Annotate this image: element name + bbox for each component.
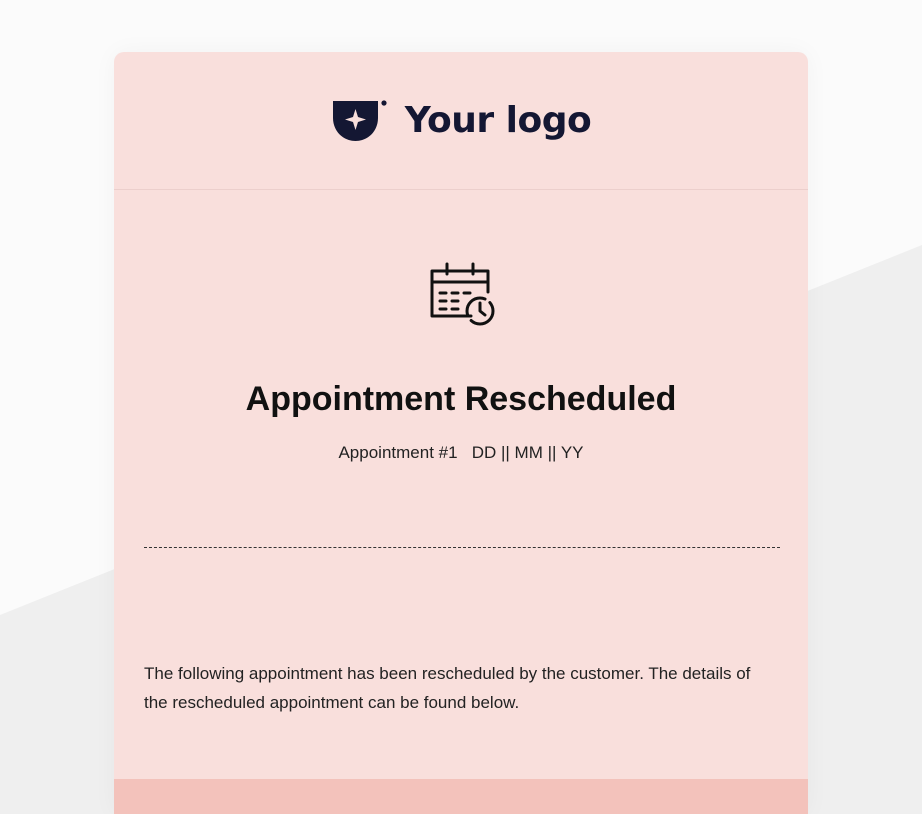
- calendar-clock-icon: [430, 262, 495, 326]
- details-section-band: [114, 779, 808, 814]
- logo-text: Your logo: [404, 100, 592, 141]
- appointment-subtitle: Appointment #1 DD || MM || YY: [338, 443, 584, 462]
- page-title: Appointment Rescheduled: [245, 380, 677, 418]
- message-paragraph: The following appointment has been resch…: [144, 664, 751, 712]
- email-header: Your logo: [114, 52, 808, 190]
- email-card: Your logo Appointment Rescheduled Appoin…: [114, 52, 808, 814]
- dashed-divider: [144, 547, 780, 548]
- shield-star-logo-icon: [332, 99, 387, 141]
